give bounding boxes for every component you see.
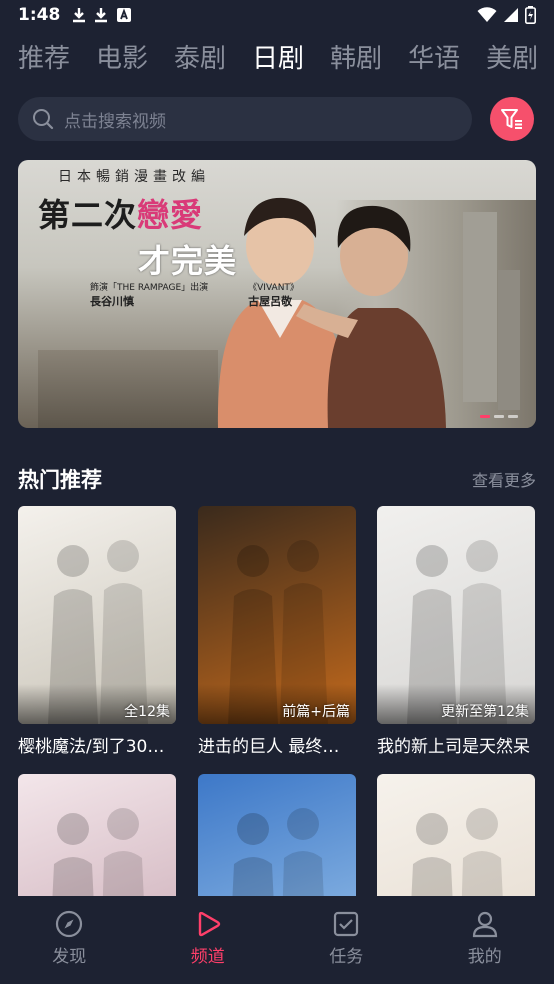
notification-icons bbox=[72, 7, 132, 23]
banner-building bbox=[463, 212, 497, 402]
banner-cast: 飾演「THE RAMPAGE」出演 長谷川慎 《VIVANT》 古屋呂敬 bbox=[90, 280, 299, 309]
filter-button[interactable] bbox=[490, 97, 534, 141]
cast-name: 長谷川慎 bbox=[90, 295, 134, 308]
nav-label: 我的 bbox=[467, 947, 502, 967]
channel-tabs: 推荐 电影 泰剧 日剧 韩剧 华语 美剧 bbox=[0, 32, 554, 80]
video-title: 我的新上司是天然呆 bbox=[377, 737, 530, 757]
video-cover: 前篇+后篇 bbox=[198, 506, 356, 724]
video-card[interactable]: 全12集樱桃魔法/到了30… bbox=[18, 506, 176, 757]
banner-subtitle: 日本暢銷漫畫改編 bbox=[58, 169, 210, 185]
section-title: 热门推荐 bbox=[18, 468, 102, 492]
featured-banner[interactable]: 日本暢銷漫畫改編 第二次戀愛 才完美 飾演「THE RAMPAGE」出演 長谷川慎… bbox=[18, 160, 536, 428]
see-more-link[interactable]: 查看更多 bbox=[472, 467, 536, 491]
episode-badge: 全12集 bbox=[124, 704, 170, 720]
nav-label: 发现 bbox=[52, 947, 87, 967]
episode-badge: 前篇+后篇 bbox=[282, 704, 350, 720]
system-icons bbox=[477, 6, 536, 24]
carousel-dot bbox=[508, 415, 518, 418]
video-cover: 全12集 bbox=[18, 506, 176, 724]
tab-item[interactable]: 电影 bbox=[96, 38, 148, 75]
tab-item[interactable]: 泰剧 bbox=[174, 38, 226, 75]
banner-building bbox=[38, 350, 218, 428]
banner-building bbox=[498, 270, 520, 410]
search-icon bbox=[33, 109, 54, 130]
tab-item[interactable]: 韩剧 bbox=[330, 38, 382, 75]
filter-icon bbox=[501, 109, 522, 129]
profile-icon bbox=[472, 911, 497, 938]
cast-note: 《VIVANT》 bbox=[248, 283, 299, 293]
cast-member: 《VIVANT》 古屋呂敬 bbox=[248, 280, 299, 309]
bottom-nav: 发现 频道 任务 我的 bbox=[0, 896, 554, 984]
banner-title-highlight: 戀愛 bbox=[137, 196, 204, 234]
video-title: 樱桃魔法/到了30… bbox=[18, 737, 165, 757]
section-header: 热门推荐 查看更多 bbox=[18, 462, 536, 496]
nav-item[interactable]: 我的 bbox=[416, 896, 554, 984]
tab-item[interactable]: 推荐 bbox=[18, 38, 70, 75]
cast-member: 飾演「THE RAMPAGE」出演 長谷川慎 bbox=[90, 280, 208, 309]
battery-icon bbox=[525, 6, 536, 24]
play-icon bbox=[198, 911, 220, 937]
download-icon bbox=[95, 8, 108, 23]
search-input[interactable]: 点击搜索视频 bbox=[18, 97, 472, 141]
wifi-icon bbox=[477, 7, 497, 22]
carousel-dot bbox=[494, 415, 504, 418]
search-placeholder: 点击搜索视频 bbox=[64, 111, 166, 132]
cast-note: 飾演「THE RAMPAGE」出演 bbox=[90, 283, 209, 293]
tab-item[interactable]: 华语 bbox=[408, 38, 460, 75]
status-bar: 1:48 bbox=[0, 0, 554, 30]
banner-title-line1: 第二次戀愛 bbox=[38, 190, 203, 236]
video-card[interactable]: 更新至第12集我的新上司是天然呆 bbox=[377, 506, 535, 757]
banner-title-part1: 第二次 bbox=[38, 196, 138, 234]
search-row: 点击搜索视频 bbox=[18, 97, 536, 141]
nav-label: 任务 bbox=[329, 947, 364, 967]
nav-label: 频道 bbox=[190, 947, 225, 967]
cast-name: 古屋呂敬 bbox=[248, 295, 293, 308]
video-cover: 更新至第12集 bbox=[377, 506, 535, 724]
carousel-indicator bbox=[480, 415, 518, 418]
signal-icon bbox=[504, 8, 518, 22]
app-a-icon bbox=[117, 8, 132, 22]
nav-item[interactable]: 频道 bbox=[139, 896, 278, 984]
compass-icon bbox=[56, 910, 83, 938]
carousel-dot bbox=[480, 415, 490, 418]
download-icon bbox=[73, 8, 86, 23]
video-card[interactable]: 前篇+后篇进击的巨人 最终… bbox=[198, 506, 356, 757]
task-icon bbox=[334, 911, 359, 937]
video-title: 进击的巨人 最终… bbox=[198, 737, 340, 757]
tab-item[interactable]: 日剧 bbox=[252, 38, 304, 75]
episode-badge: 更新至第12集 bbox=[441, 704, 529, 720]
nav-item[interactable]: 发现 bbox=[0, 896, 139, 984]
banner-title-line2: 才完美 bbox=[138, 242, 238, 280]
nav-item[interactable]: 任务 bbox=[277, 896, 416, 984]
tab-item[interactable]: 美剧 bbox=[486, 38, 538, 75]
clock: 1:48 bbox=[18, 5, 61, 25]
